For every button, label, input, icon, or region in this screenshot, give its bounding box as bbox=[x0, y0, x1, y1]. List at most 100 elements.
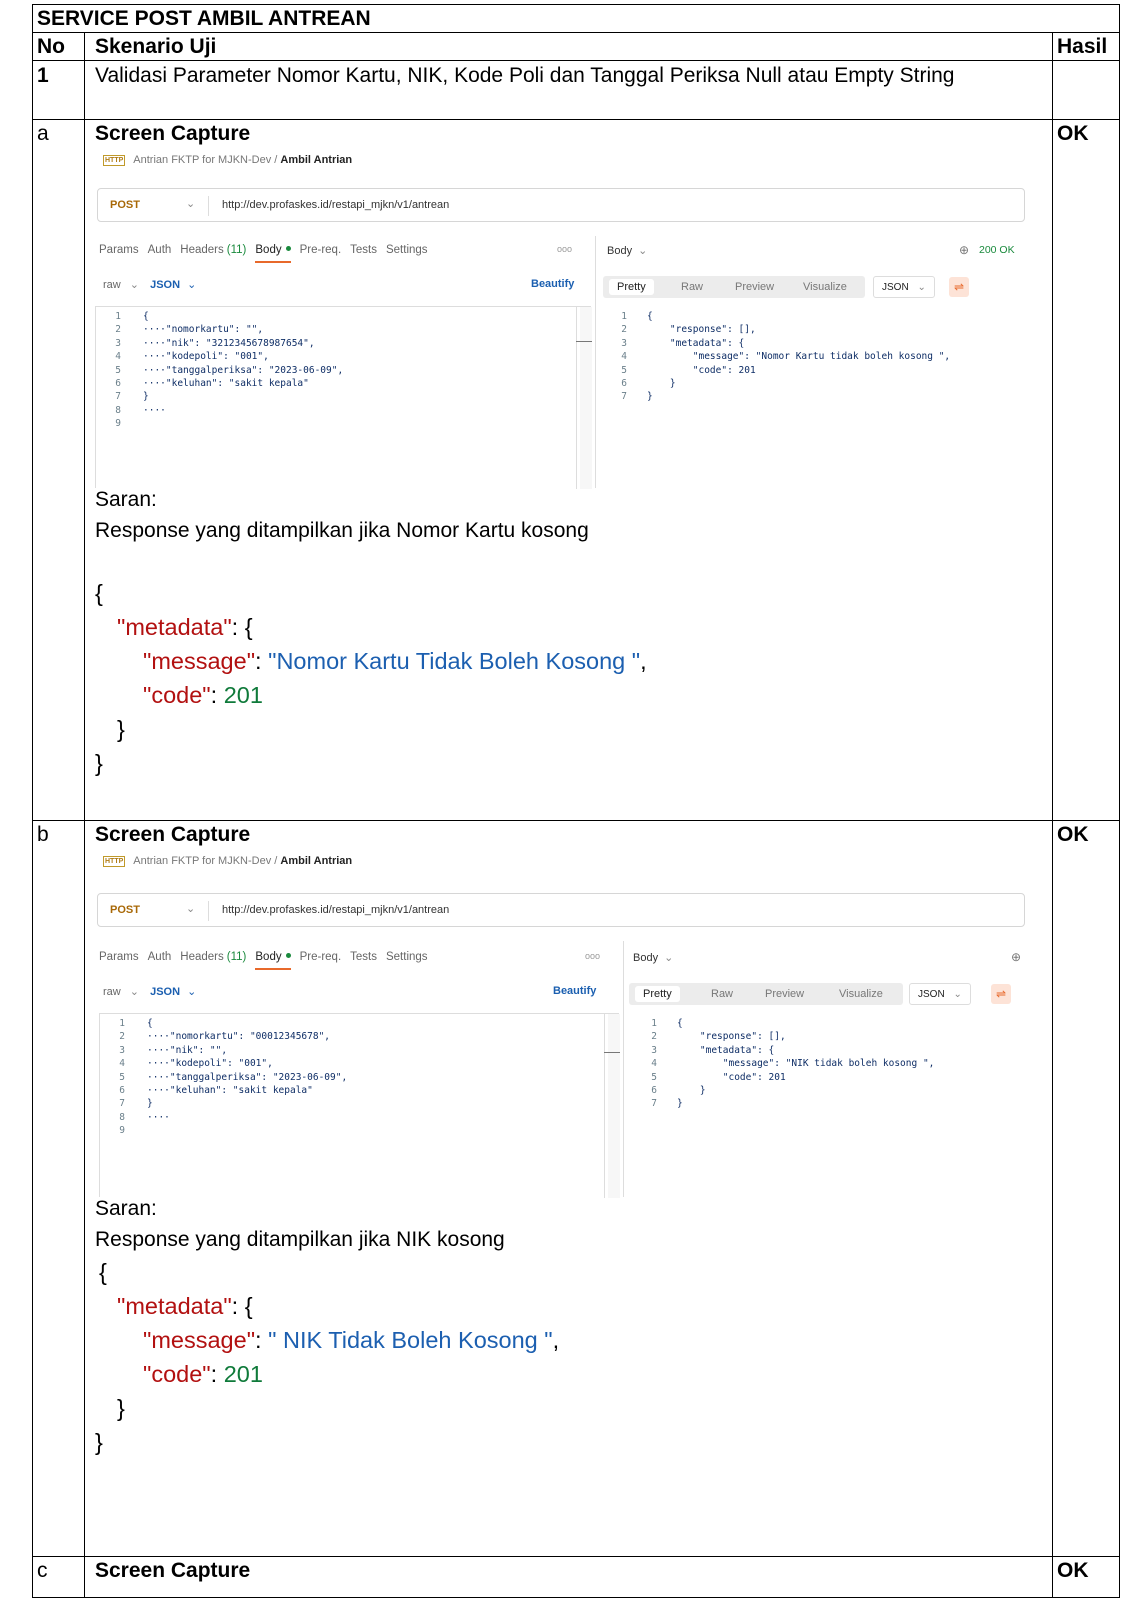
json-inner-close: } bbox=[117, 716, 125, 742]
test-table: SERVICE POST AMBIL ANTREAN No Skenario U… bbox=[31, 4, 1121, 1598]
chevron-down-icon[interactable]: ⌄ bbox=[186, 902, 195, 915]
row-content: Screen Capture HTTP Antrian FKTP for MJKN… bbox=[84, 820, 1055, 1557]
tab-prereq[interactable]: Pre-req. bbox=[300, 951, 342, 963]
postman-screenshot: HTTP Antrian FKTP for MJKN-Dev / Ambil An… bbox=[95, 148, 1055, 489]
tab-params[interactable]: Params bbox=[99, 951, 139, 963]
json-code-line: "code": 201 bbox=[143, 1361, 263, 1387]
chevron-down-icon[interactable]: ⌄ bbox=[130, 986, 139, 998]
tab-raw[interactable]: Raw bbox=[681, 281, 703, 293]
header-row: No Skenario Uji Hasil bbox=[32, 32, 1121, 61]
body-lang-select[interactable]: JSON bbox=[150, 279, 180, 291]
breadcrumb-request[interactable]: Ambil Antrian bbox=[280, 154, 352, 166]
tab-raw[interactable]: Raw bbox=[711, 988, 733, 1000]
request-code[interactable]: {····"nomorkartu": "", ····"nik": "321234… bbox=[143, 310, 343, 417]
tab-settings[interactable]: Settings bbox=[386, 951, 428, 963]
beautify-button[interactable]: Beautify bbox=[553, 985, 596, 997]
json-inner-close: } bbox=[117, 1395, 125, 1421]
postman-screenshot: HTTP Antrian FKTP for MJKN-Dev / Ambil An… bbox=[95, 849, 1055, 1198]
scenario-row-b: b Screen Capture HTTP Antrian FKTP for MJ… bbox=[32, 820, 1121, 1557]
pane-divider[interactable] bbox=[623, 941, 624, 1197]
body-mode-select[interactable]: raw bbox=[103, 279, 121, 291]
document-page: SERVICE POST AMBIL ANTREAN No Skenario U… bbox=[0, 0, 1138, 1598]
scenario-row-a: a Screen Capture HTTP Antrian FKTP for MJ… bbox=[32, 119, 1121, 821]
response-body-label[interactable]: Body ⌄ bbox=[607, 244, 647, 257]
tab-auth[interactable]: Auth bbox=[148, 244, 172, 256]
tab-preview[interactable]: Preview bbox=[765, 988, 804, 1000]
body-mode-select[interactable]: raw bbox=[103, 986, 121, 998]
test-case-no: 1 bbox=[32, 60, 85, 120]
wrap-lines-icon[interactable]: ⇌ bbox=[949, 277, 969, 297]
row-id: a bbox=[32, 119, 85, 821]
test-case-result bbox=[1051, 60, 1121, 120]
tab-preview[interactable]: Preview bbox=[735, 281, 774, 293]
response-code: { "response": [], "metadata": { "message… bbox=[677, 1018, 935, 1110]
row-result: OK bbox=[1051, 1556, 1121, 1598]
tab-pretty[interactable]: Pretty bbox=[635, 986, 680, 1002]
scenario-row-c: c Screen Capture OK bbox=[32, 1556, 1121, 1598]
chevron-down-icon[interactable]: ⌄ bbox=[130, 279, 139, 291]
body-mode-row: raw ⌄ JSON ⌄ bbox=[103, 278, 196, 291]
test-case-description: Validasi Parameter Nomor Kartu, NIK, Kod… bbox=[84, 60, 1053, 120]
body-lang-select[interactable]: JSON bbox=[150, 986, 180, 998]
response-lang-select[interactable]: JSON ⌄ bbox=[873, 276, 935, 298]
more-icon[interactable]: ooo bbox=[557, 244, 572, 254]
response-tabs: Pretty Raw Preview Visualize bbox=[629, 983, 903, 1005]
row-heading: Screen Capture bbox=[95, 122, 251, 145]
json-code-line: "code": 201 bbox=[143, 682, 263, 708]
breadcrumb-separator: / bbox=[274, 855, 278, 867]
request-tabs: Params Auth Headers (11) Body Pre-req. Tests Se… bbox=[99, 951, 437, 970]
tab-headers[interactable]: Headers bbox=[180, 951, 223, 963]
saran-text: Response yang ditampilkan jika Nomor Kar… bbox=[95, 519, 589, 542]
breadcrumb-collection[interactable]: Antrian FKTP for MJKN-Dev bbox=[133, 855, 271, 867]
response-lang-select[interactable]: JSON ⌄ bbox=[909, 983, 971, 1005]
tab-tests[interactable]: Tests bbox=[350, 244, 377, 256]
url-input[interactable]: http://dev.profaskes.id/restapi_mjkn/v1/… bbox=[222, 199, 449, 211]
globe-icon[interactable]: ⊕ bbox=[959, 243, 969, 257]
request-line-numbers: 123456789 bbox=[119, 1018, 125, 1137]
breadcrumb-separator: / bbox=[274, 154, 278, 166]
tab-tests[interactable]: Tests bbox=[350, 951, 377, 963]
url-input[interactable]: http://dev.profaskes.id/restapi_mjkn/v1/… bbox=[222, 904, 449, 916]
chevron-down-icon[interactable]: ⌄ bbox=[187, 986, 196, 998]
method-select[interactable]: POST bbox=[110, 904, 140, 916]
row-id: b bbox=[32, 820, 85, 1557]
chevron-down-icon[interactable]: ⌄ bbox=[187, 279, 196, 291]
chevron-down-icon[interactable]: ⌄ bbox=[186, 197, 195, 210]
chevron-down-icon[interactable]: ⌄ bbox=[638, 245, 647, 257]
beautify-button[interactable]: Beautify bbox=[531, 278, 574, 290]
breadcrumb-request[interactable]: Ambil Antrian bbox=[280, 855, 352, 867]
tab-pretty[interactable]: Pretty bbox=[609, 279, 654, 295]
tab-params[interactable]: Params bbox=[99, 244, 139, 256]
pane-divider[interactable] bbox=[595, 236, 596, 488]
response-line-numbers: 1234567 bbox=[621, 311, 627, 403]
method-select[interactable]: POST bbox=[110, 199, 140, 211]
section-title-row: SERVICE POST AMBIL ANTREAN bbox=[31, 4, 1121, 33]
header-result: Hasil bbox=[1051, 32, 1121, 61]
tab-visualize[interactable]: Visualize bbox=[803, 281, 847, 293]
tab-body[interactable]: Body bbox=[255, 951, 291, 970]
tab-auth[interactable]: Auth bbox=[148, 951, 172, 963]
chevron-down-icon[interactable]: ⌄ bbox=[664, 952, 673, 964]
tab-settings[interactable]: Settings bbox=[386, 244, 428, 256]
breadcrumb: HTTP Antrian FKTP for MJKN-Dev / Ambil An… bbox=[103, 855, 352, 867]
saran-text: Response yang ditampilkan jika NIK koson… bbox=[95, 1228, 505, 1251]
breadcrumb-collection[interactable]: Antrian FKTP for MJKN-Dev bbox=[133, 154, 271, 166]
scrollbar-track[interactable] bbox=[604, 1014, 605, 1198]
tab-visualize[interactable]: Visualize bbox=[839, 988, 883, 1000]
tab-headers[interactable]: Headers bbox=[180, 244, 223, 256]
suggested-json: { "metadata": { "message": "Nomor Kartu … bbox=[95, 576, 1052, 780]
response-body-label[interactable]: Body ⌄ bbox=[633, 951, 673, 964]
scrollbar-track[interactable] bbox=[576, 307, 577, 489]
http-icon: HTTP bbox=[103, 155, 126, 166]
request-line-numbers: 123456789 bbox=[115, 311, 121, 430]
section-title: SERVICE POST AMBIL ANTREAN bbox=[31, 4, 1121, 33]
tab-body[interactable]: Body bbox=[255, 244, 291, 263]
more-icon[interactable]: ooo bbox=[585, 951, 600, 961]
wrap-lines-icon[interactable]: ⇌ bbox=[991, 984, 1011, 1004]
row-heading: Screen Capture bbox=[84, 1556, 1053, 1598]
globe-icon[interactable]: ⊕ bbox=[1011, 950, 1021, 964]
request-url-bar: POST ⌄ http://dev.profaskes.id/restapi_m… bbox=[97, 188, 1025, 222]
request-code[interactable]: {····"nomorkartu": "00012345678", ····"ni… bbox=[147, 1017, 347, 1124]
header-scenario: Skenario Uji bbox=[84, 32, 1053, 61]
tab-prereq[interactable]: Pre-req. bbox=[300, 244, 342, 256]
